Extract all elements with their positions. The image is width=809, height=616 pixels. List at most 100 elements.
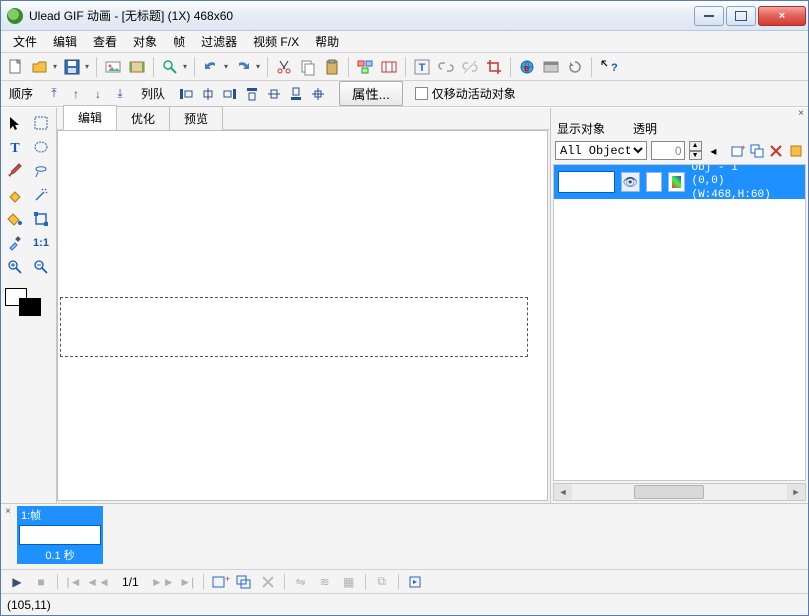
import-video-button[interactable] [126,56,148,78]
wand-tool[interactable] [29,184,53,206]
tween-button[interactable]: ≋ [315,573,335,591]
fill-tool[interactable] [3,208,27,230]
move-active-only-checkbox[interactable]: 仅移动活动对象 [415,85,516,102]
menu-view[interactable]: 查看 [85,31,125,52]
scroll-right-icon[interactable]: ► [787,484,805,500]
refresh-button[interactable] [564,56,586,78]
close-button[interactable]: × [758,6,806,26]
minimize-button[interactable] [694,6,724,26]
last-frame-button[interactable]: ►| [177,573,197,591]
align-top-button[interactable] [243,85,261,103]
object-mode-icon[interactable] [668,172,686,192]
transparency-spinner[interactable]: ▲▼ [689,141,702,160]
visibility-toggle-icon[interactable]: 👁 [621,172,641,192]
object-options-button[interactable] [788,142,804,159]
timeline-frame[interactable]: 1:帧 0.1 秒 [17,506,103,564]
transparency-slider-icon[interactable]: ◂ [706,142,722,159]
undo-button[interactable] [200,56,222,78]
first-frame-button[interactable]: |◄ [64,573,84,591]
redo-button[interactable] [232,56,254,78]
tab-optimize[interactable]: 优化 [116,106,170,130]
scroll-thumb[interactable] [634,485,704,499]
menu-file[interactable]: 文件 [5,31,45,52]
brush-tool[interactable] [3,160,27,182]
center-both-button[interactable] [309,85,327,103]
open-button[interactable] [29,56,51,78]
open-dropdown[interactable]: ▾ [51,62,59,71]
copy-button[interactable] [297,56,319,78]
import-image-button[interactable] [102,56,124,78]
timeline-close-icon[interactable]: × [1,504,15,569]
loop-button[interactable] [405,573,425,591]
menu-edit[interactable]: 编辑 [45,31,85,52]
help-context-button[interactable]: ? [597,56,619,78]
unlink-button[interactable] [459,56,481,78]
frame-manager-button[interactable] [378,56,400,78]
align-center-v-button[interactable] [265,85,283,103]
maximize-button[interactable] [726,6,756,26]
order-up-button[interactable]: ↑ [67,85,85,103]
canvas-viewport[interactable] [57,130,548,501]
pointer-tool[interactable] [3,112,27,134]
align-left-button[interactable] [177,85,195,103]
add-text-button[interactable]: T [411,56,433,78]
new-object-button[interactable]: + [729,142,745,159]
order-bottom-button[interactable]: ⤓ [111,85,129,103]
delete-frame-button[interactable] [258,573,278,591]
duplicate-object-button[interactable] [749,142,765,159]
canvas[interactable] [60,297,528,357]
web-button[interactable]: e [516,56,538,78]
object-lock-box[interactable] [646,172,662,192]
save-dropdown[interactable]: ▾ [83,62,91,71]
menu-videofx[interactable]: 视频 F/X [245,31,307,52]
object-panel-scrollbar[interactable]: ◄ ► [553,483,806,501]
eyedropper-tool[interactable] [3,232,27,254]
cut-button[interactable] [273,56,295,78]
tab-edit[interactable]: 编辑 [63,105,117,130]
properties-button[interactable]: 属性... [339,81,403,106]
text-tool[interactable]: T [3,136,27,158]
reverse-frames-button[interactable]: ⇋ [291,573,311,591]
actual-size-tool[interactable]: 1:1 [29,232,53,254]
show-object-select[interactable]: All Objects [555,141,647,160]
color-swatches[interactable] [3,288,53,318]
tab-preview[interactable]: 预览 [169,106,223,130]
stop-button[interactable]: ■ [31,573,51,591]
crop-tool[interactable] [29,208,53,230]
zoom-in-tool[interactable] [3,256,27,278]
lasso-tool[interactable] [29,160,53,182]
zoom-dropdown[interactable]: ▾ [181,62,189,71]
prev-frame-button[interactable]: ◄◄ [88,573,108,591]
frame-props-button[interactable]: ▦ [339,573,359,591]
new-button[interactable] [5,56,27,78]
order-top-button[interactable]: ⤒ [45,85,63,103]
crop-button[interactable] [483,56,505,78]
duplicate-frame-button[interactable] [234,573,254,591]
order-down-button[interactable]: ↓ [89,85,107,103]
merge-button[interactable]: ⧉ [372,573,392,591]
ellipse-select-tool[interactable] [29,136,53,158]
selection-tool[interactable] [29,112,53,134]
play-button[interactable]: ▶ [7,573,27,591]
zoom-button[interactable] [159,56,181,78]
undo-dropdown[interactable]: ▾ [222,62,230,71]
preview-browser-button[interactable] [540,56,562,78]
menu-filter[interactable]: 过滤器 [193,31,245,52]
object-manager-button[interactable] [354,56,376,78]
object-list-item[interactable]: 👁 Obj - 1 (0,0)(W:468,H:60) [554,165,805,199]
align-center-h-button[interactable] [199,85,217,103]
eraser-tool[interactable] [3,184,27,206]
panel-close-icon[interactable]: × [551,108,808,118]
menu-frame[interactable]: 帧 [165,31,193,52]
menu-object[interactable]: 对象 [125,31,165,52]
transparency-input[interactable]: 0 [651,141,685,160]
delete-object-button[interactable] [769,142,785,159]
link-button[interactable] [435,56,457,78]
align-right-button[interactable] [221,85,239,103]
scroll-left-icon[interactable]: ◄ [554,484,572,500]
save-button[interactable] [61,56,83,78]
next-frame-button[interactable]: ►► [153,573,173,591]
zoom-out-tool[interactable] [29,256,53,278]
menu-help[interactable]: 帮助 [307,31,347,52]
background-swatch[interactable] [19,298,41,316]
